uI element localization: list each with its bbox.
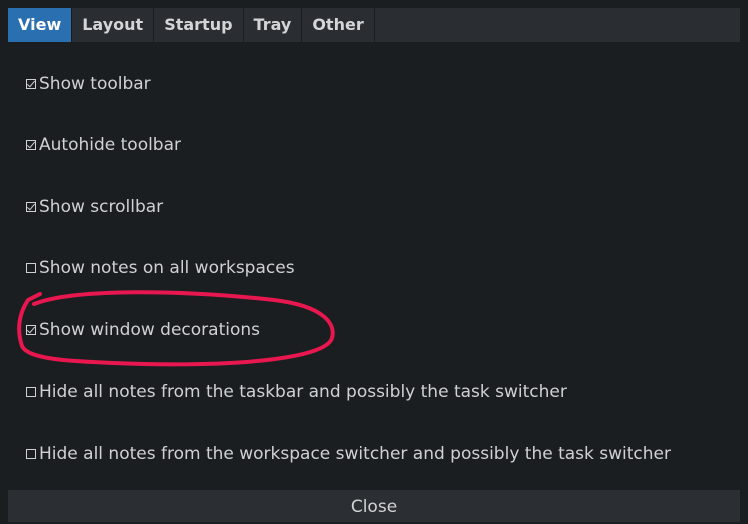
tab-bar-filler: [374, 8, 740, 42]
checkbox-checked-icon[interactable]: [26, 202, 36, 212]
option-show-toolbar[interactable]: Show toolbar: [26, 74, 151, 94]
checkbox-checked-icon[interactable]: [26, 79, 36, 89]
tab-other[interactable]: Other: [302, 8, 375, 42]
option-label: Hide all notes from the taskbar and poss…: [39, 382, 567, 402]
view-options-panel: Show toolbar Autohide toolbar Show scrol…: [8, 42, 740, 490]
tab-layout[interactable]: Layout: [72, 8, 155, 42]
option-label: Show scrollbar: [39, 197, 164, 217]
tab-view[interactable]: View: [8, 8, 73, 42]
option-label: Autohide toolbar: [39, 135, 182, 155]
option-label: Show notes on all workspaces: [39, 258, 295, 278]
option-label: Show window decorations: [39, 320, 260, 340]
option-show-scrollbar[interactable]: Show scrollbar: [26, 197, 163, 217]
tab-startup[interactable]: Startup: [154, 8, 244, 42]
option-show-notes-all-workspaces[interactable]: Show notes on all workspaces: [26, 258, 295, 278]
option-label: Show toolbar: [39, 74, 151, 94]
checkbox-checked-icon[interactable]: [26, 140, 36, 150]
option-hide-from-workspace-switcher[interactable]: Hide all notes from the workspace switch…: [26, 444, 671, 464]
tab-bar: View Layout Startup Tray Other: [0, 0, 748, 44]
checkbox-unchecked-icon[interactable]: [26, 387, 36, 397]
checkbox-unchecked-icon[interactable]: [26, 263, 36, 273]
checkbox-unchecked-icon[interactable]: [26, 449, 36, 459]
close-button[interactable]: Close: [8, 490, 740, 522]
option-show-window-decorations[interactable]: Show window decorations: [26, 320, 260, 340]
tab-tray[interactable]: Tray: [243, 8, 303, 42]
checkbox-checked-icon[interactable]: [26, 325, 36, 335]
option-autohide-toolbar[interactable]: Autohide toolbar: [26, 135, 181, 155]
option-hide-from-taskbar[interactable]: Hide all notes from the taskbar and poss…: [26, 382, 567, 402]
option-label: Hide all notes from the workspace switch…: [39, 444, 671, 464]
